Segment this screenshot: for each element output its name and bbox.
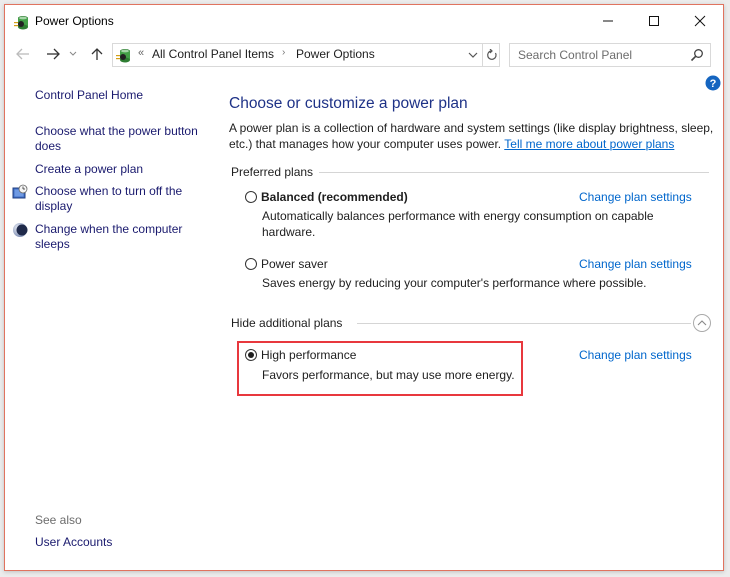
plan-balanced-description: Automatically balances performance with …: [262, 209, 654, 239]
plan-power-saver-description: Saves energy by reducing your computer's…: [262, 276, 647, 290]
forward-arrow-icon: [47, 48, 60, 60]
plan-power-saver-radio[interactable]: [245, 258, 257, 270]
collapse-additional-plans-button[interactable]: [693, 314, 711, 332]
see-also-label: See also: [35, 513, 82, 527]
recent-locations-button[interactable]: [67, 44, 79, 64]
hide-additional-plans-header: Hide additional plans: [231, 316, 343, 330]
user-accounts-link[interactable]: User Accounts: [35, 535, 112, 549]
plan-high-performance-description: Favors performance, but may use more ene…: [262, 368, 515, 382]
balanced-change-plan-settings-link[interactable]: Change plan settings: [579, 190, 692, 204]
minimize-button[interactable]: [585, 5, 631, 37]
plan-high-performance-radio[interactable]: [245, 349, 257, 361]
maximize-button[interactable]: [631, 5, 677, 37]
address-bar[interactable]: « All Control Panel Items › Power Option…: [112, 43, 500, 67]
preferred-plans-divider: [319, 172, 709, 173]
power-options-window: Power Options « All Control Panel Items …: [4, 4, 724, 571]
plan-balanced-radio[interactable]: [245, 191, 257, 203]
window-title: Power Options: [35, 14, 114, 28]
learn-more-link[interactable]: Tell me more about power plans: [504, 137, 674, 151]
page-title: Choose or customize a power plan: [229, 95, 468, 112]
sidebar-control-panel-home[interactable]: Control Panel Home: [35, 88, 210, 103]
close-icon: [694, 15, 706, 27]
page-description: A power plan is a collection of hardware…: [229, 121, 719, 152]
address-dropdown-button[interactable]: [465, 46, 481, 64]
plan-power-saver-name[interactable]: Power saver: [261, 257, 328, 271]
chevron-down-icon: [468, 52, 478, 58]
breadcrumb-power-options[interactable]: Power Options: [296, 47, 375, 61]
search-icon[interactable]: [690, 48, 704, 62]
back-button[interactable]: [13, 44, 33, 64]
up-button[interactable]: [87, 44, 107, 64]
up-arrow-icon: [91, 48, 103, 60]
high-performance-change-plan-settings-link[interactable]: Change plan settings: [579, 348, 692, 362]
forward-button[interactable]: [43, 44, 63, 64]
sidebar-display-off-link[interactable]: Choose when to turn off the display: [35, 184, 210, 214]
preferred-plans-header: Preferred plans: [231, 165, 314, 179]
refresh-button[interactable]: [482, 44, 500, 66]
svg-text:?: ?: [710, 78, 717, 90]
breadcrumb-separator[interactable]: ›: [282, 47, 285, 58]
chevron-down-icon: [69, 51, 77, 56]
search-box: [509, 43, 711, 67]
sleep-moon-icon: [13, 223, 28, 237]
title-bar: Power Options: [5, 5, 723, 37]
breadcrumb-all-control-panel-items[interactable]: All Control Panel Items: [152, 47, 274, 61]
back-arrow-icon: [16, 48, 29, 60]
close-button[interactable]: [677, 5, 723, 37]
sidebar-power-button-link[interactable]: Choose what the power button does: [35, 124, 210, 154]
plan-balanced-name[interactable]: Balanced (recommended): [261, 190, 408, 204]
power-options-location-icon: [116, 49, 130, 63]
sidebar-create-plan-link[interactable]: Create a power plan: [35, 162, 210, 177]
power-options-icon: [14, 16, 28, 30]
chevron-up-icon: [697, 320, 707, 326]
sidebar-sleep-link[interactable]: Change when the computer sleeps: [35, 222, 210, 252]
plan-high-performance-name[interactable]: High performance: [261, 348, 356, 362]
search-input[interactable]: [510, 44, 688, 66]
help-icon[interactable]: ?: [705, 75, 721, 91]
minimize-icon: [603, 20, 613, 22]
address-overflow-button[interactable]: «: [138, 47, 144, 59]
additional-plans-divider: [357, 323, 691, 324]
display-timer-icon: [12, 184, 28, 199]
navigation-bar: « All Control Panel Items › Power Option…: [5, 40, 723, 68]
refresh-icon: [486, 49, 497, 60]
power-saver-change-plan-settings-link[interactable]: Change plan settings: [579, 257, 692, 271]
maximize-icon: [649, 16, 659, 26]
